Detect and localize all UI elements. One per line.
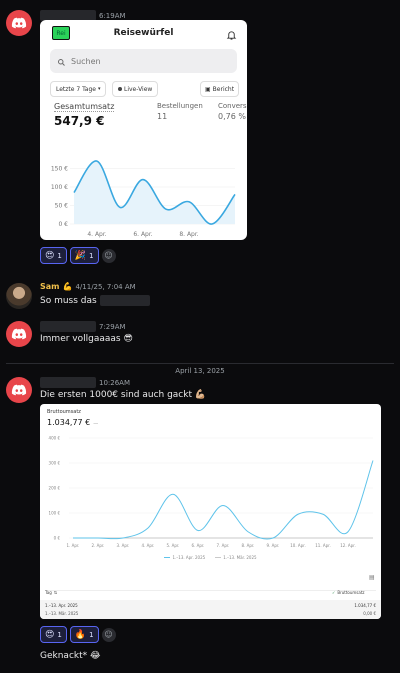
timestamp: 6:19AM bbox=[99, 11, 126, 20]
username-redacted[interactable] bbox=[40, 377, 96, 388]
check-icon: ✓ bbox=[332, 590, 336, 595]
discord-avatar[interactable] bbox=[6, 10, 32, 36]
x-tick-label: 8. Apr. bbox=[179, 231, 198, 238]
x-tick-label: 9. Apr. bbox=[267, 543, 280, 548]
add-reaction-icon[interactable]: ☺ bbox=[101, 627, 116, 642]
table-row: 1.–13. Apr. 2025 1.034,77 € bbox=[45, 603, 376, 608]
discord-avatar[interactable] bbox=[6, 377, 32, 403]
reaction-heart-eyes[interactable]: 😍 1 bbox=[40, 247, 67, 264]
report-button[interactable]: ▣ Bericht bbox=[200, 81, 240, 97]
add-reaction-icon[interactable]: ☺ bbox=[101, 248, 116, 263]
x-tick-label: 10. Apr. bbox=[290, 543, 305, 548]
muscle-icon: 💪 bbox=[62, 282, 73, 291]
metric-conversion-label: Conversi bbox=[218, 102, 247, 110]
reactions-bar: 😍 1 🔥 1 ☺ bbox=[40, 626, 116, 643]
reaction-heart-eyes[interactable]: 😍 1 bbox=[40, 626, 67, 643]
timestamp: 7:29AM bbox=[99, 322, 126, 331]
x-tick-label: 8. Apr. bbox=[242, 543, 255, 548]
username-redacted[interactable] bbox=[40, 321, 96, 332]
reactions-bar: 😍 1 🎉 1 ☺ bbox=[40, 247, 116, 264]
discord-icon bbox=[11, 328, 27, 340]
metric-orders-value: 11 bbox=[157, 112, 168, 121]
x-tick-label: 1. Apr. bbox=[67, 543, 80, 548]
message-text: Geknackt* 😂 bbox=[40, 651, 101, 661]
x-tick-label: 6. Apr. bbox=[133, 231, 152, 238]
table-header-gross: Bruttoumsatz bbox=[337, 590, 365, 595]
x-tick-label: 3. Apr. bbox=[117, 543, 130, 548]
table-row: 1.–13. Mär. 2025 0,00 € bbox=[45, 611, 376, 616]
table-header-day[interactable]: Tag bbox=[45, 590, 52, 595]
metric-total-sales-value: 547,9 € bbox=[54, 114, 105, 128]
shop-screenshot-image[interactable]: Rei Reisewürfel Suchen Letzte 7 Tage ▾ Li… bbox=[40, 20, 247, 240]
x-tick-label: 4. Apr. bbox=[87, 231, 106, 238]
x-tick-label: 11. Apr. bbox=[315, 543, 330, 548]
bell-icon[interactable] bbox=[226, 26, 237, 45]
chevron-down-icon: ▾ bbox=[97, 86, 101, 92]
x-tick-label: 2. Apr. bbox=[92, 543, 105, 548]
timestamp: 4/11/25, 7:04 AM bbox=[75, 282, 136, 291]
message-text: So muss das bbox=[40, 295, 97, 306]
search-input[interactable]: Suchen bbox=[50, 49, 237, 73]
timestamp: 10:26AM bbox=[99, 378, 131, 387]
search-placeholder: Suchen bbox=[71, 56, 101, 66]
y-tick-label: 0 € bbox=[58, 221, 68, 228]
discord-icon bbox=[11, 384, 27, 396]
sam-avatar[interactable] bbox=[6, 283, 32, 309]
sales-line-chart: 150 € 100 € 50 € 0 € 4. Apr. 6. Apr. 8. Apr. bbox=[51, 160, 236, 238]
metric-conversion-value: 0,76 % bbox=[218, 112, 246, 121]
text-redacted bbox=[99, 295, 150, 306]
revenue-screenshot-image[interactable]: Bruttoumsatz 1.034,77 € — 400 €300 €200 … bbox=[40, 404, 381, 619]
y-tick-label: 400 € bbox=[49, 436, 61, 441]
y-tick-label: 300 € bbox=[49, 461, 61, 466]
x-tick-label: 12. Apr. bbox=[340, 543, 355, 548]
metric-total-sales-label: Gesamtumsatz bbox=[54, 102, 115, 112]
metric-orders-label: Bestellungen bbox=[157, 102, 203, 110]
date-divider: April 13, 2025 bbox=[169, 367, 231, 375]
y-tick-label: 100 € bbox=[49, 511, 61, 516]
discord-icon bbox=[11, 17, 27, 29]
shop-title: Reisewürfel bbox=[113, 28, 174, 38]
discord-avatar[interactable] bbox=[6, 321, 32, 347]
revenue-value: 1.034,77 € bbox=[47, 418, 91, 427]
y-tick-label: 200 € bbox=[49, 486, 61, 491]
search-icon bbox=[57, 52, 66, 71]
y-tick-label: 0 € bbox=[54, 536, 61, 541]
message-text: Die ersten 1000€ sind auch gackt 💪🏼 bbox=[40, 390, 207, 400]
date-range-filter[interactable]: Letzte 7 Tage ▾ bbox=[50, 81, 107, 97]
revenue-legend: 1.–13. Apr. 2025 1.–13. Mär. 2025 bbox=[40, 555, 381, 560]
report-icon: ▣ bbox=[205, 85, 211, 93]
sam-username[interactable]: Sam bbox=[40, 282, 60, 291]
x-tick-label: 4. Apr. bbox=[142, 543, 155, 548]
y-tick-label: 50 € bbox=[55, 203, 69, 210]
live-dot-icon bbox=[118, 87, 122, 91]
x-tick-label: 6. Apr. bbox=[192, 543, 205, 548]
reaction-party[interactable]: 🎉 1 bbox=[69, 247, 99, 264]
sort-icon[interactable]: ⇅ bbox=[54, 590, 57, 595]
x-tick-label: 7. Apr. bbox=[217, 543, 230, 548]
revenue-line-chart: 400 € 300 € 200 € 100 € 0 € 1. Apr. 2. Apr. 3. … bbox=[49, 436, 374, 548]
reaction-fire[interactable]: 🔥 1 bbox=[69, 626, 99, 643]
revenue-title: Bruttoumsatz bbox=[47, 409, 81, 415]
y-tick-label: 150 € bbox=[51, 166, 68, 173]
live-view-button[interactable]: Live-View bbox=[112, 81, 159, 97]
y-tick-label: 100 € bbox=[51, 184, 68, 191]
series-line bbox=[73, 460, 374, 540]
message-text: Immer vollgaaaas 😎 bbox=[40, 334, 133, 344]
x-tick-label: 5. Apr. bbox=[167, 543, 180, 548]
export-icon[interactable]: ▤ bbox=[369, 574, 375, 581]
